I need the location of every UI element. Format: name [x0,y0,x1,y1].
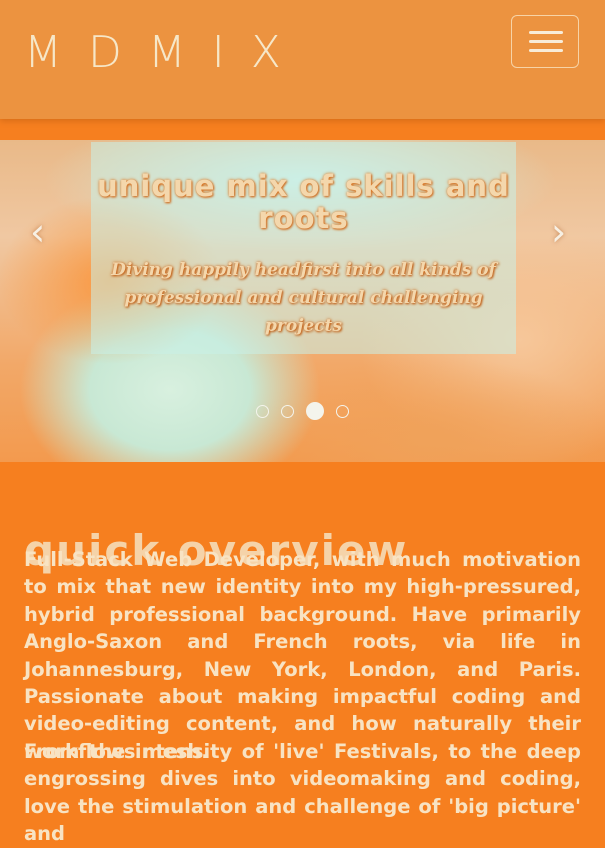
navbar-toggle-button[interactable] [511,15,579,68]
brand-logo[interactable]: MDMIX [24,28,307,78]
hamburger-menu-icon [529,40,563,43]
hero-carousel: Unique mix of skills and roots Diving ha… [0,140,605,462]
carousel-indicator[interactable] [256,404,269,418]
carousel-indicator-active[interactable] [306,402,324,420]
overview-paragraph: From the intensity of 'live' Festivals, … [24,740,581,846]
carousel-indicators [0,402,605,420]
navbar: MDMIX [0,0,605,119]
chevron-right-icon: › [551,210,567,254]
carousel-indicator[interactable] [281,404,294,418]
chevron-left-icon: ‹ [30,210,46,254]
carousel-caption-text: Diving happily headfirst into all kinds … [111,260,496,336]
carousel-next-button[interactable]: › [551,212,566,252]
carousel-caption-title: Unique mix of skills and roots [97,169,510,235]
overview-paragraph: Full-Stack Web Developer, with much moti… [24,548,581,763]
hamburger-menu-icon [529,31,563,34]
hamburger-menu-icon [529,49,563,52]
carousel-indicator[interactable] [336,404,349,418]
carousel-prev-button[interactable]: ‹ [30,212,45,252]
